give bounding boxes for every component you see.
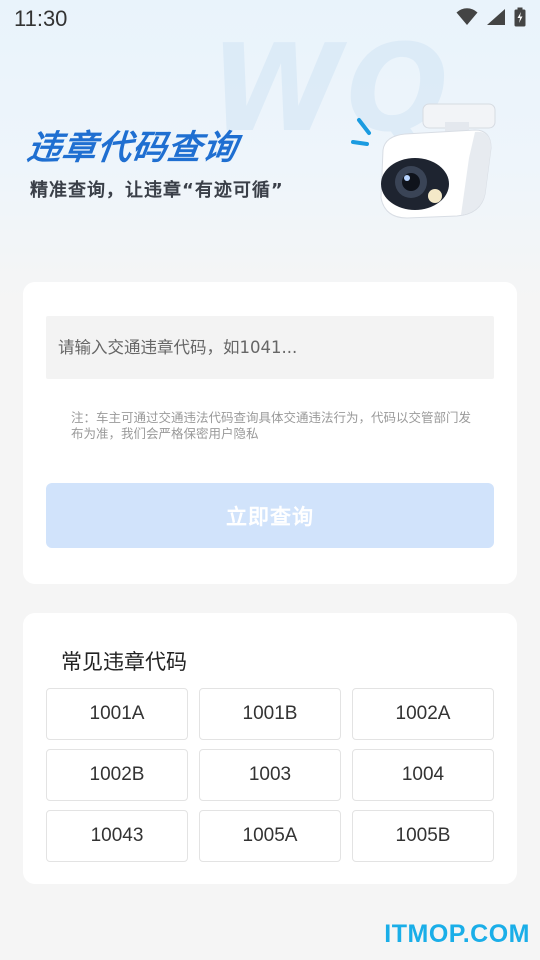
code-chip[interactable]: 1005B [352,810,494,862]
site-watermark: ITMOP.COM [384,920,530,948]
code-chip[interactable]: 1005A [199,810,341,862]
page-subtitle: 精准查询，让违章“有迹可循” [30,180,284,201]
security-camera-icon [345,98,505,223]
battery-icon [514,7,526,31]
search-card: 注：车主可通过交通违法代码查询具体交通违法行为，代码以交管部门发布为准，我们会严… [23,282,517,584]
status-bar: 11:30 [0,0,540,38]
code-chip[interactable]: 1002A [352,688,494,740]
common-codes-title: 常见违章代码 [61,650,187,674]
status-icons [456,7,526,31]
status-time: 11:30 [14,6,68,31]
code-chip[interactable]: 1003 [199,749,341,801]
common-codes-grid: 1001A 1001B 1002A 1002B 1003 1004 10043 … [46,688,494,862]
code-chip[interactable]: 1004 [352,749,494,801]
signal-icon [486,8,506,30]
page-title: 违章代码查询 [24,128,241,168]
code-chip[interactable]: 1001A [46,688,188,740]
code-chip[interactable]: 1001B [199,688,341,740]
code-chip[interactable]: 1002B [46,749,188,801]
code-search-input[interactable] [46,316,494,379]
wifi-icon [456,8,478,30]
query-now-button[interactable]: 立即查询 [46,483,494,548]
privacy-note: 注：车主可通过交通违法代码查询具体交通违法行为，代码以交管部门发布为准，我们会严… [71,410,472,441]
code-chip[interactable]: 10043 [46,810,188,862]
common-codes-card: 常见违章代码 1001A 1001B 1002A 1002B 1003 1004… [23,613,517,884]
